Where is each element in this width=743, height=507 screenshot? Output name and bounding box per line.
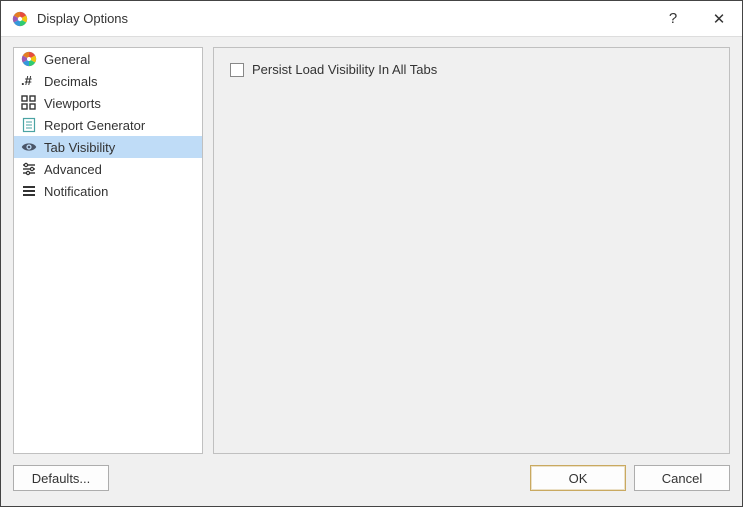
sidebar-item-tab-visibility[interactable]: Tab Visibility (14, 136, 202, 158)
sidebar-item-general[interactable]: General (14, 48, 202, 70)
app-icon (11, 10, 29, 28)
checkbox-label: Persist Load Visibility In All Tabs (252, 62, 437, 77)
dialog-body: General .# Decimals (1, 37, 742, 460)
sidebar-item-decimals[interactable]: .# Decimals (14, 70, 202, 92)
dialog-window: Display Options ? ✕ (0, 0, 743, 507)
list-icon (20, 182, 38, 200)
close-button[interactable]: ✕ (696, 1, 742, 37)
dialog-footer: Defaults... OK Cancel (1, 460, 742, 506)
sidebar-item-label: General (44, 52, 90, 67)
eye-icon (20, 138, 38, 156)
defaults-button[interactable]: Defaults... (13, 465, 109, 491)
content-panel: Persist Load Visibility In All Tabs (213, 47, 730, 454)
checkbox-box-icon (230, 63, 244, 77)
sidebar-item-advanced[interactable]: Advanced (14, 158, 202, 180)
sliders-icon (20, 160, 38, 178)
grid-icon (20, 94, 38, 112)
sidebar-item-viewports[interactable]: Viewports (14, 92, 202, 114)
svg-text:.#: .# (21, 73, 33, 88)
cancel-button[interactable]: Cancel (634, 465, 730, 491)
color-wheel-icon (20, 50, 38, 68)
sidebar-item-label: Advanced (44, 162, 102, 177)
close-icon: ✕ (713, 10, 726, 28)
help-icon: ? (669, 10, 677, 27)
sidebar-item-label: Decimals (44, 74, 97, 89)
sidebar-item-label: Notification (44, 184, 108, 199)
sidebar-item-label: Tab Visibility (44, 140, 115, 155)
ok-button[interactable]: OK (530, 465, 626, 491)
category-sidebar: General .# Decimals (13, 47, 203, 454)
sidebar-item-notification[interactable]: Notification (14, 180, 202, 202)
sidebar-item-report-generator[interactable]: Report Generator (14, 114, 202, 136)
sidebar-item-label: Viewports (44, 96, 101, 111)
help-button[interactable]: ? (650, 1, 696, 37)
persist-visibility-checkbox[interactable]: Persist Load Visibility In All Tabs (230, 62, 713, 77)
sidebar-item-label: Report Generator (44, 118, 145, 133)
hash-icon: .# (20, 72, 38, 90)
titlebar: Display Options ? ✕ (1, 1, 742, 37)
window-title: Display Options (37, 11, 650, 26)
document-icon (20, 116, 38, 134)
